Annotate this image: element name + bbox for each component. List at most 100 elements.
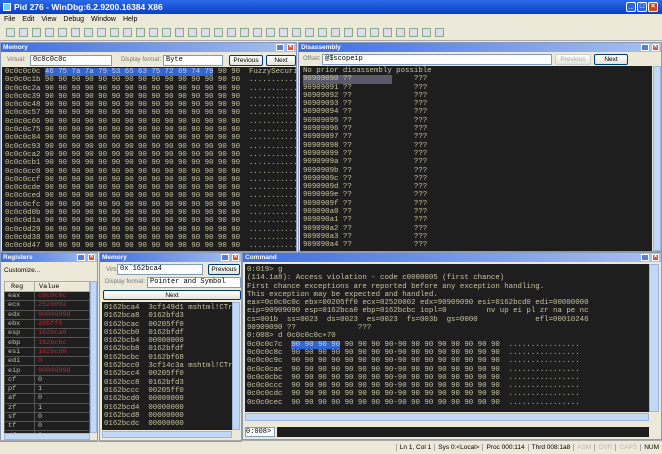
dock-icon[interactable] bbox=[77, 254, 85, 261]
minimize-button[interactable]: _ bbox=[626, 2, 636, 12]
register-row[interactable]: tf 0 bbox=[4, 421, 90, 432]
toolbar-button-icon[interactable] bbox=[396, 28, 405, 37]
command-output[interactable]: 0:019> g (114.1a8): Access violation - co… bbox=[245, 264, 649, 412]
register-row[interactable]: esp 162bca0 bbox=[4, 328, 90, 339]
toolbar-button-icon[interactable] bbox=[45, 28, 54, 37]
dock-icon[interactable] bbox=[641, 44, 649, 51]
register-row[interactable]: zf 1 bbox=[4, 402, 90, 413]
toolbar-button-icon[interactable] bbox=[201, 28, 210, 37]
register-row[interactable]: ebp 162bcbc bbox=[4, 337, 90, 348]
menu-help[interactable]: Help bbox=[123, 16, 137, 23]
register-row[interactable]: ebx 205ff0 bbox=[4, 318, 90, 330]
toolbar-button-icon[interactable] bbox=[214, 28, 223, 37]
toolbar-button-icon[interactable] bbox=[383, 28, 392, 37]
toolbar-button-icon[interactable] bbox=[136, 28, 145, 37]
memory-title-bar: Memory × bbox=[1, 43, 296, 52]
value-column-header[interactable]: Value bbox=[34, 281, 90, 292]
toolbar-button-icon[interactable] bbox=[149, 28, 158, 37]
toolbar-button-icon[interactable] bbox=[435, 28, 444, 37]
register-row[interactable]: edx 90909090 bbox=[4, 309, 90, 320]
toolbar-button-icon[interactable] bbox=[123, 28, 132, 37]
memory2-content[interactable]: 0162bca4 3cf149d1 mshtml!CTreeN 0162bca8 … bbox=[102, 302, 232, 430]
toolbar-button-icon[interactable] bbox=[253, 28, 262, 37]
toolbar-button-icon[interactable] bbox=[279, 28, 288, 37]
toolbar-button-icon[interactable] bbox=[318, 28, 327, 37]
toolbar-button-icon[interactable] bbox=[344, 28, 353, 37]
toolbar-button-icon[interactable] bbox=[227, 28, 236, 37]
register-row[interactable]: ecx 2520002 bbox=[4, 300, 90, 311]
horizontal-scrollbar[interactable] bbox=[4, 433, 90, 440]
previous-button[interactable]: Previous bbox=[555, 54, 591, 65]
toolbar-button-icon[interactable] bbox=[409, 28, 418, 37]
menu-debug[interactable]: Debug bbox=[63, 16, 84, 23]
close-button[interactable]: × bbox=[648, 2, 658, 12]
toolbar-button-icon[interactable] bbox=[32, 28, 41, 37]
dock-icon[interactable] bbox=[221, 254, 229, 261]
toolbar-button-icon[interactable] bbox=[292, 28, 301, 37]
register-row[interactable]: cf 0 bbox=[4, 374, 90, 385]
register-row[interactable]: esi 162bcd0 bbox=[4, 346, 90, 358]
toolbar-button-icon[interactable] bbox=[175, 28, 184, 37]
toolbar-button-icon[interactable] bbox=[240, 28, 249, 37]
horizontal-scrollbar[interactable] bbox=[245, 413, 649, 421]
dock-icon[interactable] bbox=[276, 44, 284, 51]
toolbar-button-icon[interactable] bbox=[97, 28, 106, 37]
register-row[interactable]: eip 90909090 bbox=[4, 365, 90, 376]
register-row[interactable]: sf 0 bbox=[4, 411, 90, 423]
menu-file[interactable]: File bbox=[4, 16, 15, 23]
toolbar-button-icon[interactable] bbox=[110, 28, 119, 37]
toolbar-button-icon[interactable] bbox=[71, 28, 80, 37]
memory-content[interactable]: 0c0c0c0c 46 75 7a 7a 79 53 65 63 75 72 6… bbox=[2, 67, 296, 251]
register-row[interactable]: eax c0c0c0c bbox=[4, 290, 90, 302]
previous-button[interactable]: Previous bbox=[208, 264, 240, 275]
toolbar-button-icon[interactable] bbox=[84, 28, 93, 37]
close-pane-icon[interactable]: × bbox=[287, 44, 294, 51]
maximize-button[interactable]: □ bbox=[637, 2, 647, 12]
vertical-scrollbar[interactable] bbox=[649, 264, 659, 412]
toolbar-button-icon[interactable] bbox=[331, 28, 340, 37]
next-button[interactable]: Next bbox=[594, 54, 628, 65]
toolbar-button-icon[interactable] bbox=[162, 28, 171, 37]
toolbar-button-icon[interactable] bbox=[357, 28, 366, 37]
virtual-address-input[interactable]: 0x`162bca4 bbox=[117, 264, 203, 275]
dock-icon[interactable] bbox=[641, 254, 649, 261]
horizontal-scrollbar[interactable] bbox=[102, 431, 232, 438]
toolbar-button-icon[interactable] bbox=[422, 28, 431, 37]
vertical-scrollbar[interactable] bbox=[90, 281, 97, 433]
close-pane-icon[interactable]: × bbox=[232, 254, 239, 261]
menu-window[interactable]: Window bbox=[91, 16, 116, 23]
close-pane-icon[interactable]: × bbox=[652, 44, 659, 51]
menu-edit[interactable]: Edit bbox=[22, 16, 34, 23]
register-row[interactable]: af 0 bbox=[4, 393, 90, 404]
vertical-scrollbar[interactable] bbox=[232, 302, 240, 430]
registers-grid[interactable]: Reg Value eax c0c0c0c ecx 2520002 edx 90909090… bbox=[4, 281, 90, 433]
register-row[interactable]: pf 1 bbox=[4, 383, 90, 395]
command-input[interactable] bbox=[277, 427, 649, 437]
toolbar-button-icon[interactable] bbox=[305, 28, 314, 37]
menu-view[interactable]: View bbox=[41, 16, 56, 23]
close-pane-icon[interactable]: × bbox=[652, 254, 659, 261]
offset-input[interactable]: @$scopeip bbox=[322, 54, 552, 65]
display-format-select[interactable]: Pointer and Symbol bbox=[147, 277, 241, 288]
toolbar-button-icon[interactable] bbox=[188, 28, 197, 37]
toolbar-button-icon[interactable] bbox=[19, 28, 28, 37]
register-name: sf bbox=[4, 411, 35, 423]
disassembly-content[interactable]: No prior disassembly possible 90909090 ??… bbox=[300, 66, 652, 251]
display-format-select[interactable]: Byte bbox=[163, 55, 223, 66]
reg-column-header[interactable]: Reg bbox=[4, 281, 35, 292]
toolbar-button-icon[interactable] bbox=[370, 28, 379, 37]
next-button[interactable]: Next bbox=[266, 55, 296, 66]
register-name: edx bbox=[4, 309, 35, 320]
virtual-address-input[interactable]: 0c0c0c0c bbox=[30, 55, 112, 66]
dump-row: 0c0c0cec 90 90 90 90 90 90 90 90-90 90 9… bbox=[247, 399, 647, 407]
close-pane-icon[interactable]: × bbox=[88, 254, 95, 261]
customize-button[interactable]: Customize... bbox=[4, 267, 40, 274]
toolbar-button-icon[interactable] bbox=[58, 28, 67, 37]
instruction-address: 90909096 bbox=[303, 125, 339, 134]
vertical-scrollbar[interactable] bbox=[653, 66, 661, 251]
previous-button[interactable]: Previous bbox=[229, 55, 263, 66]
register-row[interactable]: edi 0 bbox=[4, 356, 90, 367]
toolbar-button-icon[interactable] bbox=[266, 28, 275, 37]
toolbar-button-icon[interactable] bbox=[6, 28, 15, 37]
next-button[interactable]: Next bbox=[103, 290, 241, 300]
